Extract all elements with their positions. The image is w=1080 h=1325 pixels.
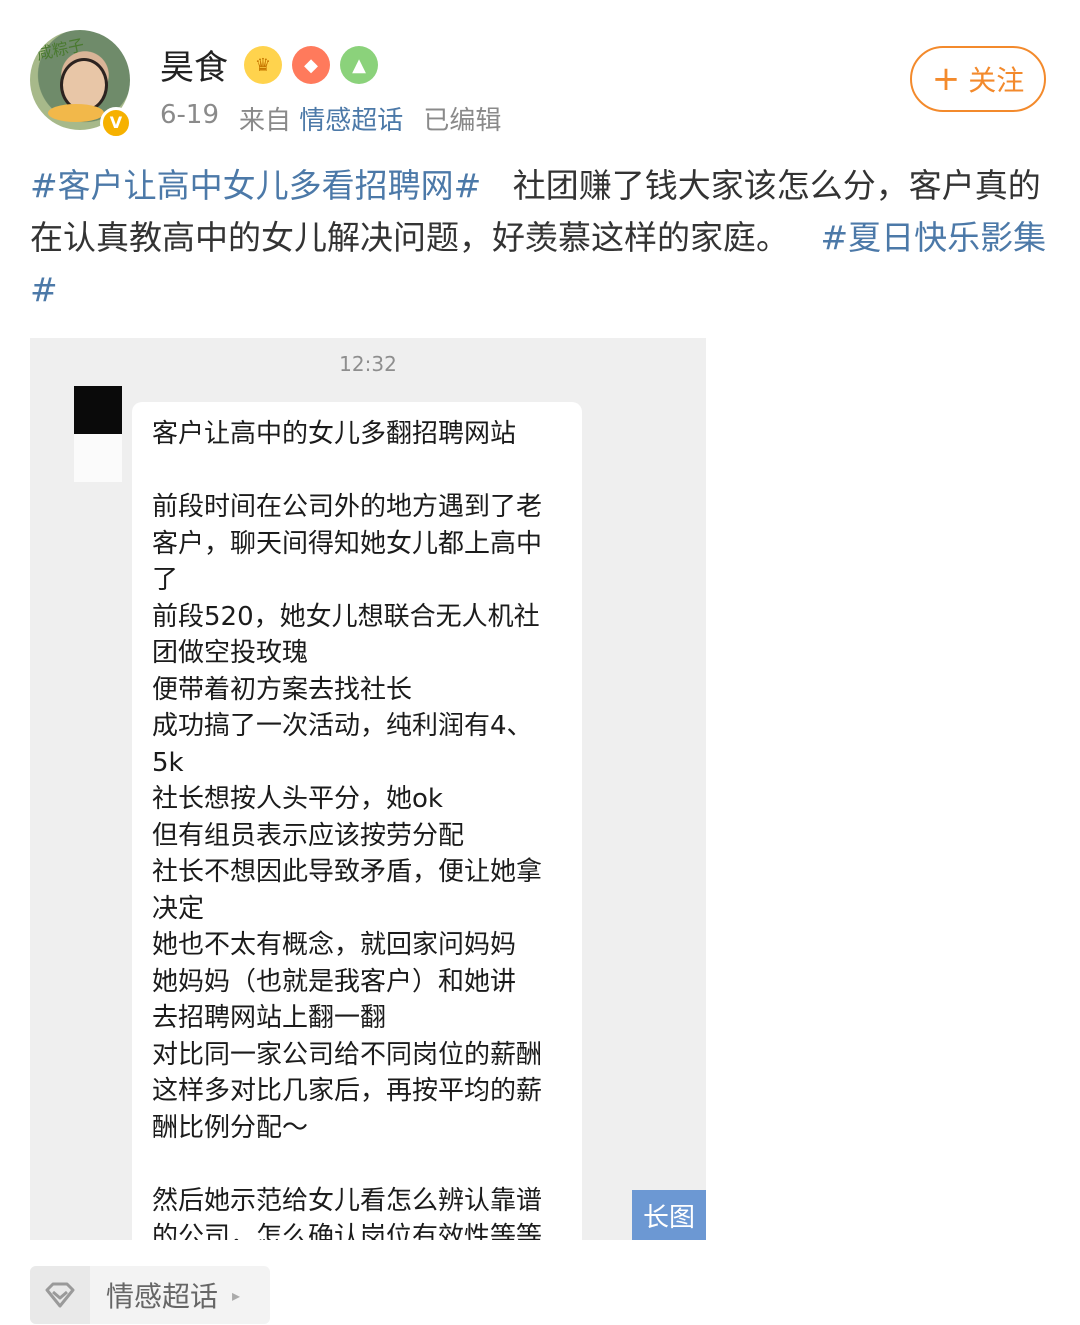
chat-text-line: 前段520，她女儿想联合无人机社 [152, 601, 540, 632]
source-group: 来自 情感超话 [239, 100, 403, 137]
crown-level-badge-icon: ♛ [244, 46, 282, 84]
chat-text-line: 社长想按人头平分，她ok [152, 784, 443, 814]
chat-text-line: 对比同一家公司给不同岗位的薪酬 [152, 1039, 543, 1070]
source-prefix: 来自 [239, 106, 292, 136]
username[interactable]: 昊食 [160, 40, 228, 89]
long-image-tag: 长图 [632, 1190, 706, 1240]
chat-text-line: 了 [152, 565, 179, 595]
chevron-right-icon: ▸ [232, 1285, 241, 1305]
supertopic-chip[interactable]: 情感超话 ▸ [30, 1266, 270, 1324]
plus-icon: + [931, 59, 961, 99]
chat-blank-line [152, 453, 566, 490]
source-link[interactable]: 情感超话 [299, 106, 403, 136]
chat-text-line: 客户，聊天间得知她女儿都上高中 [152, 528, 543, 559]
chat-text-line: 去招聘网站上翻一翻 [152, 1003, 387, 1033]
chat-text-line: 前段时间在公司外的地方遇到了老 [152, 492, 543, 522]
supertopic-diamond-icon [30, 1266, 90, 1324]
chat-text-line: 团做空投玫瑰 [152, 638, 309, 668]
post-text: #客户让高中女儿多看招聘网# 社团赚了钱大家该怎么分，客户真的在认真教高中的女儿… [30, 160, 1050, 316]
chat-text-line: 但有组员表示应该按劳分配 [152, 820, 465, 851]
chat-sender-avatar [74, 386, 122, 434]
edited-status: 已编辑 [423, 106, 502, 136]
avatar-plate [48, 104, 104, 122]
chat-text-line: 客户让高中的女儿多翻招聘网站 [152, 419, 517, 449]
zongzi-badge-icon: ▲ [340, 46, 378, 84]
post-meta: 6-19 来自 情感超话 已编辑 [160, 100, 501, 137]
chat-message-bubble: 客户让高中的女儿多翻招聘网站 前段时间在公司外的地方遇到了老 客户，聊天间得知她女儿… [132, 402, 582, 1240]
chat-text-line: 然后她示范给女儿看怎么辨认靠谱 [152, 1185, 543, 1216]
user-badges: ♛ ◆ ▲ [244, 46, 378, 84]
chat-text-line: 5k [152, 747, 184, 778]
chat-text-line: 成功搞了一次活动，纯利润有4、 [152, 711, 533, 741]
supertopic-label: 情感超话 [106, 1280, 219, 1313]
avatar-container[interactable]: 咸粽子 V [30, 30, 132, 139]
chat-text-line: 这样多对比几家后，再按平均的薪 [152, 1076, 543, 1106]
post-image[interactable]: 12:32 客户让高中的女儿多翻招聘网站 前段时间在公司外的地方遇到了老 客户，聊天… [30, 338, 706, 1240]
chat-text-line: 她也不太有概念，就回家问妈妈 [152, 930, 517, 960]
chat-text-line: 的公司，怎么确认岗位有效性等等 [152, 1222, 543, 1240]
follow-label: 关注 [968, 64, 1025, 97]
chat-timestamp: 12:32 [339, 352, 397, 376]
chat-blank-line [152, 1146, 566, 1183]
chat-sender-avatar-bottom [74, 434, 122, 482]
verified-badge-icon: V [100, 107, 132, 139]
chat-text-line: 社长不想因此导致矛盾，便让她拿 [152, 857, 543, 887]
chat-text-line: 酬比例分配～ [152, 1112, 309, 1143]
chat-text-line: 她妈妈（也就是我客户）和她讲 [152, 966, 517, 997]
follow-button[interactable]: + 关注 [910, 46, 1046, 112]
koi-fish-badge-icon: ◆ [292, 46, 330, 84]
post-date: 6-19 [160, 100, 220, 130]
chat-text-line: 便带着初方案去找社长 [152, 674, 413, 705]
topic-link[interactable]: #客户让高中女儿多看招聘网# [30, 166, 481, 205]
chat-text-line: 决定 [152, 893, 205, 924]
